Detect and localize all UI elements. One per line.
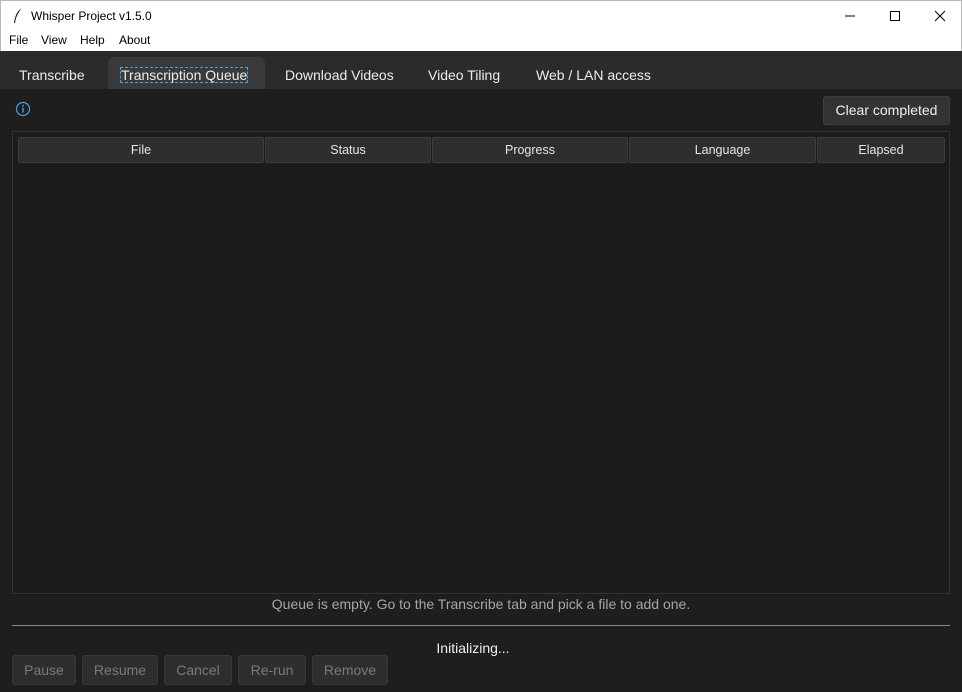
- menu-bar: File View Help About: [0, 31, 962, 51]
- column-header-elapsed[interactable]: Elapsed: [817, 137, 945, 163]
- window-title: Whisper Project v1.5.0: [31, 9, 152, 23]
- menu-help[interactable]: Help: [80, 33, 105, 47]
- column-header-progress[interactable]: Progress: [432, 137, 628, 163]
- clear-completed-button[interactable]: Clear completed: [823, 96, 950, 125]
- minimize-button[interactable]: [827, 1, 872, 31]
- menu-about[interactable]: About: [119, 33, 150, 47]
- tab-label: Transcription Queue: [120, 67, 249, 83]
- column-header-file[interactable]: File: [18, 137, 264, 163]
- status-text: Initializing...: [436, 640, 510, 656]
- column-header-language[interactable]: Language: [629, 137, 816, 163]
- close-button[interactable]: [917, 1, 962, 31]
- maximize-icon: [890, 11, 900, 21]
- menu-file[interactable]: File: [9, 33, 28, 47]
- resume-button[interactable]: Resume: [82, 655, 158, 685]
- pause-button[interactable]: Pause: [12, 655, 76, 685]
- tab-transcription-queue[interactable]: Transcription Queue: [108, 57, 265, 89]
- close-icon: [934, 10, 946, 22]
- feather-icon: [14, 7, 23, 23]
- column-header-status[interactable]: Status: [265, 137, 431, 163]
- tab-bar: Transcribe Transcription Queue Download …: [0, 51, 962, 89]
- queue-table[interactable]: File Status Progress Language Elapsed: [12, 131, 950, 594]
- tab-video-tiling[interactable]: Video Tiling: [428, 57, 500, 89]
- divider: [12, 625, 950, 626]
- cancel-button[interactable]: Cancel: [164, 655, 232, 685]
- maximize-button[interactable]: [872, 1, 917, 31]
- tab-transcribe[interactable]: Transcribe: [19, 57, 85, 89]
- rerun-button[interactable]: Re-run: [238, 655, 306, 685]
- minimize-icon: [845, 15, 855, 17]
- empty-queue-message: Queue is empty. Go to the Transcribe tab…: [271, 596, 691, 612]
- tab-download-videos[interactable]: Download Videos: [285, 57, 394, 89]
- queue-panel: Clear completed File Status Progress Lan…: [0, 89, 962, 692]
- remove-button[interactable]: Remove: [312, 655, 388, 685]
- tab-web-lan-access[interactable]: Web / LAN access: [536, 57, 651, 89]
- title-bar: Whisper Project v1.5.0: [0, 0, 962, 31]
- menu-view[interactable]: View: [41, 33, 67, 47]
- info-icon[interactable]: [15, 101, 31, 117]
